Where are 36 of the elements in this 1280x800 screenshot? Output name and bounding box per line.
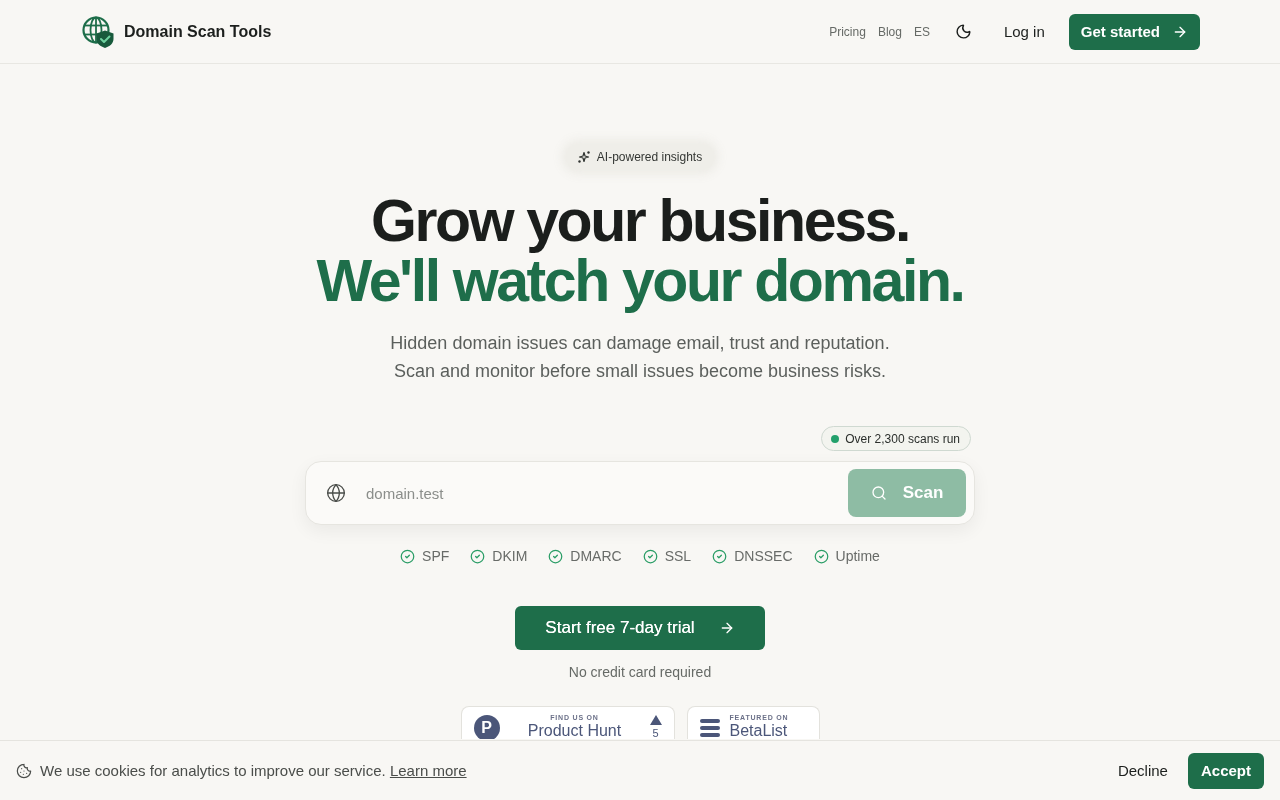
check-label: DKIM [492, 548, 528, 564]
status-dot-icon [831, 434, 840, 443]
cookie-icon [16, 762, 32, 779]
start-trial-button[interactable]: Start free 7-day trial [515, 606, 765, 650]
check-label: SSL [664, 548, 692, 564]
scan-count-label: Over 2,300 scans run [845, 431, 960, 446]
badge-label: AI-powered insights [596, 150, 703, 164]
get-started-button[interactable]: Get started [1068, 13, 1200, 50]
triangle-icon [649, 715, 662, 725]
sparkle-icon [577, 151, 590, 163]
vote-count: 5 [652, 727, 659, 739]
check-label: Uptime [835, 548, 880, 564]
decline-button[interactable]: Decline [1115, 756, 1170, 785]
nav-link[interactable]: Blog [877, 24, 902, 39]
check-label: SPF [422, 548, 450, 564]
nav-link[interactable]: ES [913, 24, 930, 39]
globe-icon [326, 483, 346, 503]
moon-icon [955, 23, 973, 40]
cookie-message: We use cookies for analytics to improve our service. Learn more [40, 762, 467, 779]
brand-name: Domain Scan Tools [124, 22, 272, 41]
check-label: DMARC [570, 548, 622, 564]
check-label: DNSSEC [734, 548, 793, 564]
domain-input[interactable]: domain.test [364, 470, 830, 516]
accept-button[interactable]: Accept [1187, 752, 1264, 789]
search-icon [870, 485, 887, 501]
globe-shield-logo [82, 15, 114, 48]
badge-title: BetaList [729, 722, 788, 739]
nav-link[interactable]: Pricing [829, 24, 866, 39]
hero-subtitle: Hidden domain issues can damage email, trust and reputation. Scan and monitor before small issues become business risks. [389, 332, 891, 383]
login-link[interactable]: Log in [1003, 23, 1045, 40]
badge-title: Product Hunt [527, 722, 622, 739]
letter-logo: P [473, 715, 500, 739]
headline: Grow your business. [370, 191, 910, 251]
no-credit-card-note: No credit card required [568, 663, 712, 682]
learn-more-link[interactable]: Learn more [389, 762, 467, 779]
bars-icon [699, 719, 720, 737]
